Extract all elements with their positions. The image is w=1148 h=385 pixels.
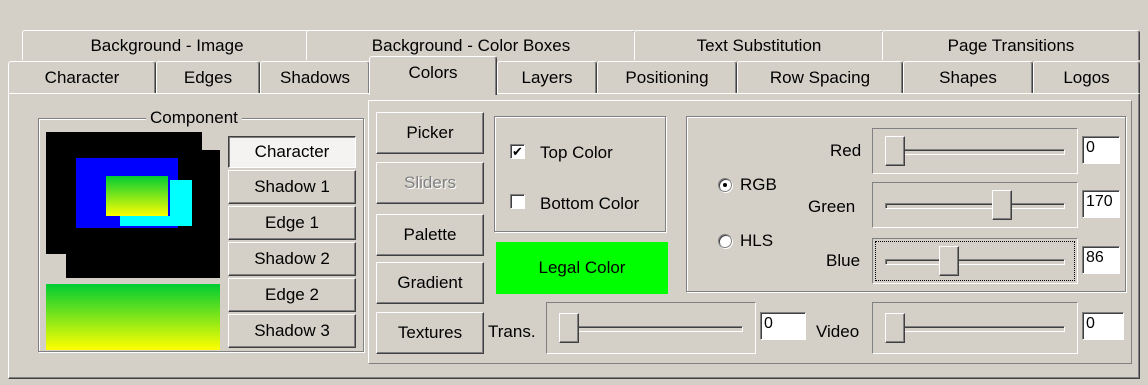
blue-value-field[interactable]: 86 [1082,246,1120,274]
red-value-field[interactable]: 0 [1082,136,1120,164]
tab-character[interactable]: Character [8,61,156,93]
color-flags-group [494,116,666,232]
component-group-title: Component [146,108,242,128]
red-slider[interactable] [872,128,1078,174]
textures-button[interactable]: Textures [376,312,484,354]
legal-color-label: Legal Color [538,258,626,277]
legal-color-swatch: Legal Color [496,242,668,294]
video-slider-thumb[interactable] [885,313,905,343]
preview-character [106,176,168,216]
tab-layers[interactable]: Layers [497,61,597,93]
top-color-checkbox[interactable]: ✔ [510,144,525,159]
rgb-radio[interactable] [718,178,732,192]
video-label: Video [816,322,860,341]
tab-edges[interactable]: Edges [156,61,260,93]
tab-page-transitions[interactable]: Page Transitions [882,30,1140,60]
component-edge2-button[interactable]: Edge 2 [228,278,356,312]
blue-slider-thumb[interactable] [938,246,959,276]
component-shadow3-button[interactable]: Shadow 3 [228,314,356,348]
tab-shapes[interactable]: Shapes [903,61,1033,93]
green-slider[interactable] [872,182,1078,228]
red-label: Red [830,141,862,160]
trans-label: Trans. [488,322,536,341]
video-slider[interactable] [872,302,1078,354]
tab-positioning[interactable]: Positioning [597,61,737,93]
green-label: Green [808,197,856,216]
component-edge1-button[interactable]: Edge 1 [228,206,356,240]
preview-notch-top [202,132,220,150]
tab-row-spacing[interactable]: Row Spacing [737,61,903,93]
bottom-color-label: Bottom Color [540,194,640,213]
preview-notch [46,254,66,278]
green-value-field[interactable]: 170 [1082,190,1120,218]
component-character-button[interactable]: Character [228,136,356,168]
tab-colors[interactable]: Colors [369,56,497,95]
palette-button[interactable]: Palette [376,214,484,256]
tab-shadows[interactable]: Shadows [260,61,370,93]
sliders-button: Sliders [376,162,484,204]
color-preview [46,132,220,278]
blue-label: Blue [826,251,861,270]
video-value-field[interactable]: 0 [1082,312,1124,340]
video-slider-track [885,326,1065,332]
tab-logos[interactable]: Logos [1033,61,1140,93]
gradient-swatch [46,284,220,350]
rgb-radio-dot [723,183,727,187]
tab-background-image[interactable]: Background - Image [22,30,312,60]
top-color-label: Top Color [540,143,613,162]
trans-slider[interactable] [546,302,756,354]
tab-text-substitution[interactable]: Text Substitution [634,30,884,60]
green-slider-thumb[interactable] [991,190,1012,220]
blue-slider[interactable] [872,238,1078,284]
picker-button[interactable]: Picker [376,112,484,154]
gradient-button[interactable]: Gradient [376,262,484,304]
component-shadow1-button[interactable]: Shadow 1 [228,170,356,204]
hls-radio[interactable] [718,234,732,248]
hls-label: HLS [740,231,774,250]
green-slider-track [885,203,1065,209]
red-slider-track [885,149,1065,155]
trans-slider-track [559,326,743,332]
blue-slider-track [885,259,1065,265]
trans-slider-thumb[interactable] [559,313,579,343]
trans-value-field[interactable]: 0 [760,312,806,340]
bottom-color-checkbox[interactable] [510,194,525,209]
rgb-label: RGB [740,175,777,194]
red-slider-thumb[interactable] [885,136,905,166]
component-shadow2-button[interactable]: Shadow 2 [228,242,356,276]
